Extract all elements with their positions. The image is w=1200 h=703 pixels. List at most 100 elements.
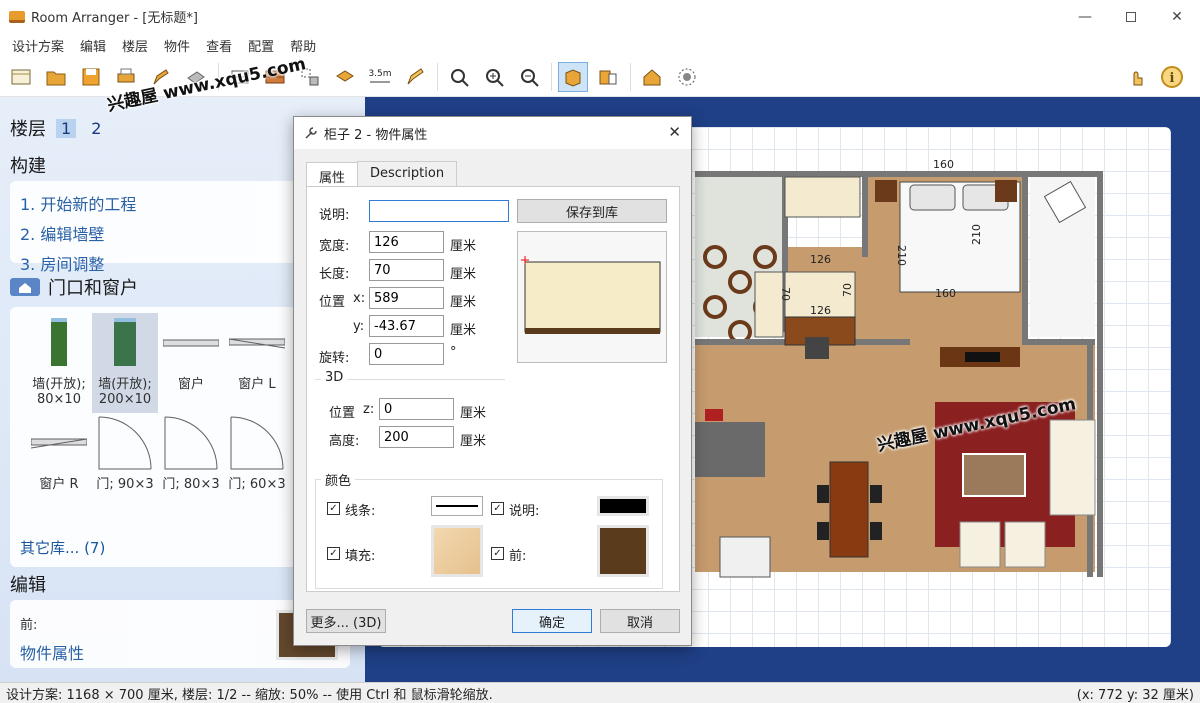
save-button[interactable]	[76, 62, 106, 92]
width-input[interactable]	[369, 231, 444, 253]
width-label: 宽度:	[319, 239, 350, 254]
front-color-swatch[interactable]	[597, 525, 649, 577]
minimize-icon: —	[1078, 8, 1092, 25]
width-unit: 厘米	[450, 239, 477, 254]
library-item[interactable]: 窗户 R	[26, 413, 92, 513]
library-item-size: 200×10	[98, 392, 152, 407]
desc-color-swatch[interactable]	[597, 496, 649, 516]
menu-config[interactable]: 配置	[240, 36, 282, 55]
x-input[interactable]	[369, 287, 444, 309]
dim-label: 126	[810, 253, 831, 266]
position-z-label: 位置	[329, 406, 356, 421]
window-right-icon	[31, 438, 87, 449]
more-library-link[interactable]: 其它库... (7)	[20, 537, 105, 558]
open-wall-icon	[114, 318, 136, 366]
description-input[interactable]	[369, 200, 509, 222]
y-input[interactable]	[369, 315, 444, 337]
menu-design[interactable]: 设计方案	[4, 36, 72, 55]
info-button[interactable]: i	[1157, 62, 1187, 92]
view-3d-button[interactable]	[593, 62, 623, 92]
open-button[interactable]	[41, 62, 71, 92]
toolbar-separator	[551, 62, 552, 91]
zoom-out-button[interactable]	[514, 62, 544, 92]
rotation-input[interactable]	[369, 343, 444, 365]
new-button[interactable]	[6, 62, 36, 92]
library-item[interactable]: 窗户	[158, 313, 224, 413]
floor-tab-1[interactable]: 1	[56, 118, 77, 138]
open-icon	[46, 71, 66, 85]
desc-color-checkbox[interactable]: ✓	[491, 502, 504, 515]
object-preview	[517, 231, 667, 363]
draw-button[interactable]	[400, 62, 430, 92]
menu-floor[interactable]: 楼层	[114, 36, 156, 55]
library-item-label: 窗户	[177, 377, 204, 392]
menu-object[interactable]: 物件	[156, 36, 198, 55]
hand-button[interactable]	[1122, 62, 1152, 92]
cancel-button[interactable]: 取消	[600, 609, 680, 633]
house-small-icon	[10, 278, 40, 296]
z-input[interactable]	[379, 398, 454, 420]
y-unit: 厘米	[450, 323, 477, 338]
fill-texture-swatch[interactable]	[431, 525, 483, 577]
zoom-in-icon	[486, 68, 504, 87]
front-color-checkbox[interactable]: ✓	[491, 547, 504, 560]
fill-checkbox[interactable]: ✓	[327, 547, 340, 560]
info-icon: i	[1161, 66, 1183, 88]
step-edit-walls[interactable]: 2. 编辑墙壁	[20, 221, 340, 245]
close-icon: ✕	[668, 123, 681, 141]
window-left-icon	[229, 338, 285, 349]
menu-view[interactable]: 查看	[198, 36, 240, 55]
description-label: 说明:	[319, 208, 350, 223]
library-item[interactable]: 门; 80×3	[158, 413, 224, 513]
library-item[interactable]: 墙(开放); 200×10	[92, 313, 158, 413]
status-bar: 设计方案: 1168 × 700 厘米, 楼层: 1/2 -- 缩放: 50% …	[0, 682, 1200, 703]
maximize-button[interactable]	[1108, 0, 1154, 33]
library-item[interactable]: 窗户 L	[224, 313, 290, 413]
settings-button[interactable]	[672, 62, 702, 92]
library-item-size: 80×10	[37, 392, 81, 407]
settings-icon	[678, 68, 696, 85]
line-color-swatch[interactable]	[431, 496, 483, 516]
library-item-label: 墙(开放);	[98, 377, 152, 392]
z-label: z:	[363, 402, 375, 417]
window-title: Room Arranger - [无标题*]	[31, 11, 198, 26]
door-icon	[230, 416, 284, 470]
object-properties-link[interactable]: 物件属性	[20, 640, 84, 664]
dimension-button[interactable]: 3.5m	[365, 62, 395, 92]
library-item-label: 窗户 L	[238, 377, 276, 392]
line-checkbox[interactable]: ✓	[327, 502, 340, 515]
length-input[interactable]	[369, 259, 444, 281]
menu-edit[interactable]: 编辑	[72, 36, 114, 55]
library-item[interactable]: 门; 60×3	[224, 413, 290, 513]
height-input[interactable]	[379, 426, 454, 448]
toolbar-separator	[437, 62, 438, 91]
object-move-button[interactable]	[330, 62, 360, 92]
minimize-button[interactable]: —	[1062, 0, 1108, 33]
zoom-fit-button[interactable]	[444, 62, 474, 92]
toolbar-separator	[630, 62, 631, 91]
ok-button[interactable]: 确定	[512, 609, 592, 633]
y-label: y:	[353, 319, 365, 334]
door-icon	[98, 416, 152, 470]
library-item[interactable]: 门; 90×3	[92, 413, 158, 513]
step-new-project[interactable]: 1. 开始新的工程	[20, 191, 340, 215]
house-button[interactable]	[637, 62, 667, 92]
door-icon	[164, 416, 218, 470]
more-3d-button[interactable]: 更多... (3D)	[306, 609, 386, 633]
height-label: 高度:	[329, 434, 360, 449]
library-item[interactable]: 墙(开放); 80×10	[26, 313, 92, 413]
step-room-adjust[interactable]: 3. 房间调整	[20, 251, 340, 275]
view-2d-button[interactable]	[558, 61, 588, 92]
zoom-in-button[interactable]	[479, 62, 509, 92]
floor-label: 楼层	[10, 119, 46, 140]
dialog-close-button[interactable]: ✕	[668, 123, 681, 141]
floor-tab-2[interactable]: 2	[86, 119, 106, 138]
window-icon	[163, 339, 219, 347]
save-to-library-button[interactable]: 保存到库	[517, 199, 667, 223]
close-button[interactable]: ✕	[1154, 0, 1200, 33]
degree-unit: °	[450, 345, 457, 360]
dialog-title: 柜子 2 - 物件属性	[324, 127, 428, 143]
cursor-coordinates: (x: 772 y: 32 厘米)	[1076, 687, 1194, 703]
maximize-icon	[1126, 11, 1136, 22]
height-unit: 厘米	[460, 434, 487, 449]
